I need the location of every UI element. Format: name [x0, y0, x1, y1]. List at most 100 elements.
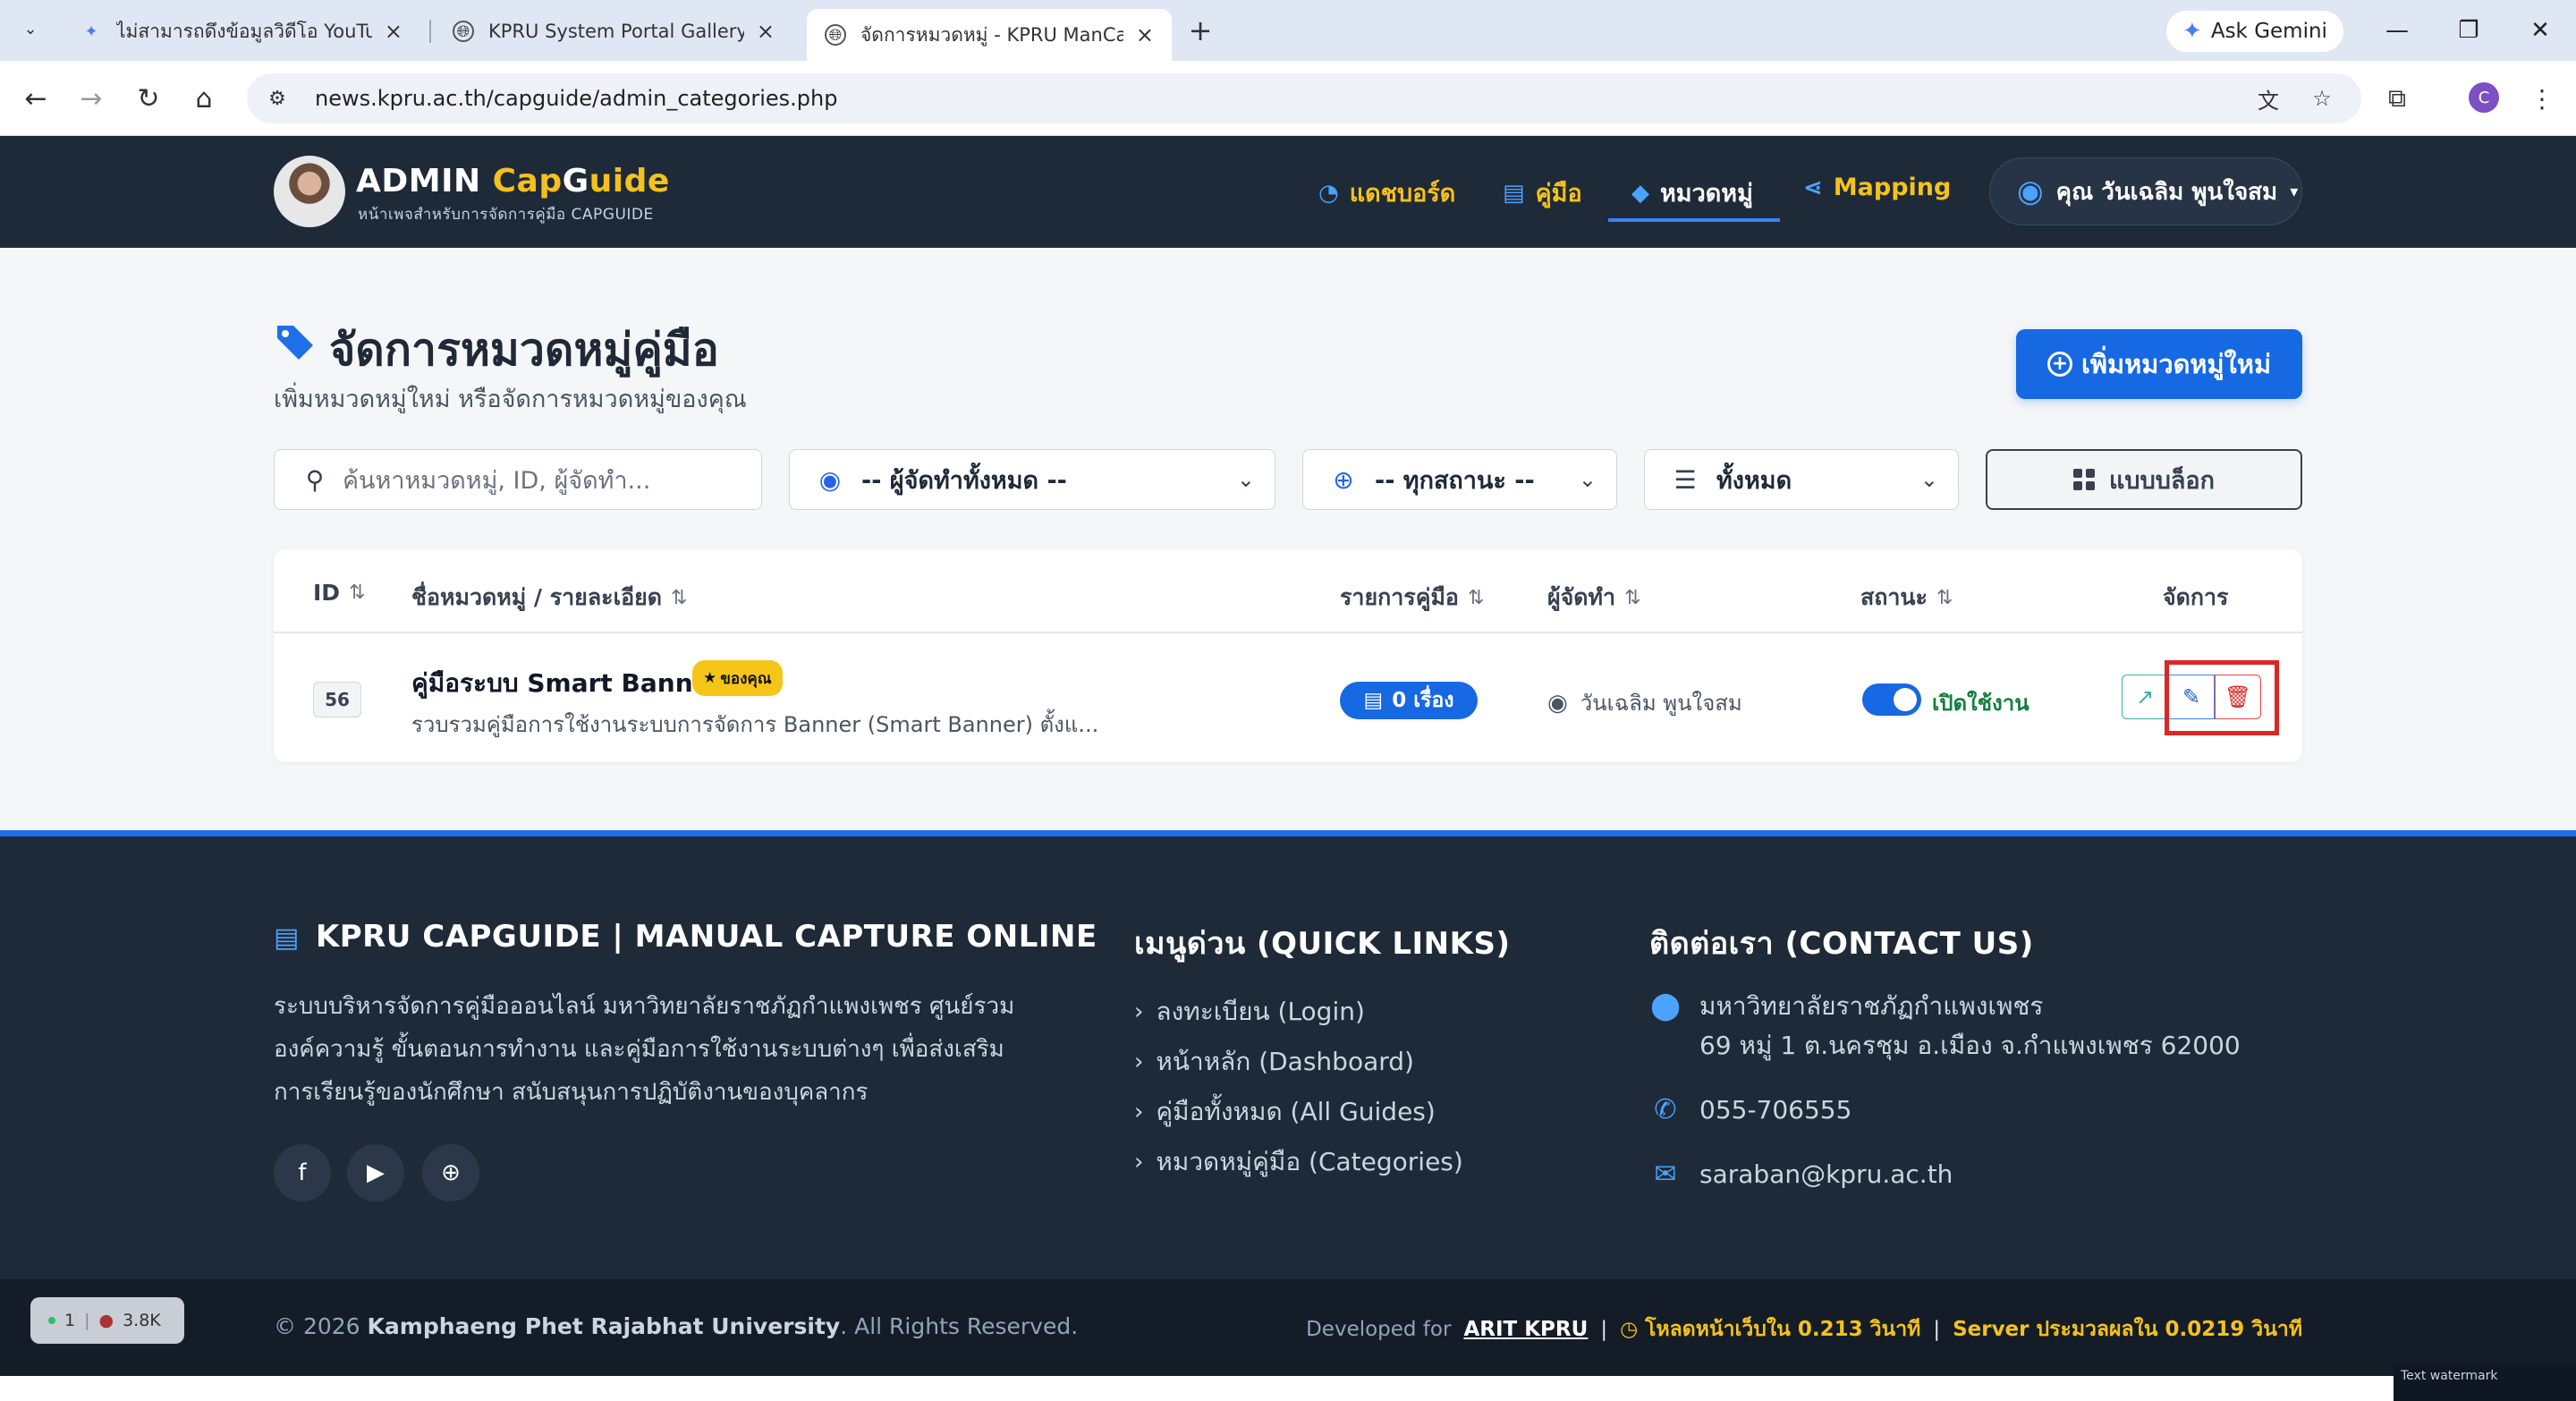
new-tab-button[interactable]: + [1182, 13, 1218, 48]
browser-tab-portal-gallery[interactable]: 🌐︎ KPRU System Portal Gallery × [435, 9, 792, 54]
quicklink-dashboard[interactable]: › หน้าหลัก (Dashboard) [1134, 1042, 1414, 1082]
load-time-stat: ◷ โหลดหน้าเว็บใน 0.213 วินาที [1620, 1313, 1920, 1346]
email-address[interactable]: saraban@kpru.ac.th [1699, 1155, 1953, 1194]
forward-icon[interactable]: → [72, 79, 111, 118]
view-mode-toggle-button[interactable]: แบบบล็อก [1986, 449, 2302, 510]
translate-icon[interactable]: 文 [2250, 81, 2286, 116]
brand-highlight-cap: Cap [492, 163, 563, 200]
bookmark-star-icon[interactable]: ☆ [2304, 81, 2340, 116]
open-category-button[interactable]: ↗ [2122, 675, 2168, 719]
browser-tabstrip: ⌄ ✦ ไม่สามารถดึงข้อมูลวิดีโอ YouTube × 🌐… [0, 0, 2576, 61]
visitor-counter-widget[interactable]: 1 | ● 3.8K [30, 1297, 184, 1344]
status-filter-select[interactable]: ⊕ -- ทุกสถานะ -- ⌄ [1302, 449, 1617, 510]
close-icon[interactable]: × [757, 19, 775, 44]
developer-line: Developed for ARIT KPRU | ◷ โหลดหน้าเว็บ… [1306, 1313, 2302, 1346]
facebook-icon[interactable]: f [274, 1144, 331, 1201]
nav-link-categories[interactable]: ◆ หมวดหมู่ [1631, 174, 1753, 212]
reload-icon[interactable]: ↻ [129, 79, 168, 118]
chevron-down-icon: ⌄ [1578, 467, 1597, 492]
phone-number[interactable]: 055-706555 [1699, 1091, 1852, 1130]
chevron-right-icon: › [1134, 1149, 1144, 1176]
tag-icon: ◆ [1631, 179, 1649, 207]
address-bar[interactable]: ⚙ news.kpru.ac.th/capguide/admin_categor… [247, 73, 2361, 123]
close-window-icon[interactable]: ✕ [2522, 13, 2558, 48]
address-lines: มหาวิทยาลัยราชภัฏกำแพงเพชร 69 หมู่ 1 ต.นค… [1699, 987, 2241, 1066]
tab-search-button[interactable]: ⌄ [14, 13, 47, 45]
brand-title[interactable]: ADMIN CapGuide [356, 163, 670, 200]
sort-icon: ⇅ [671, 586, 688, 609]
online-count: 1 [64, 1311, 76, 1330]
grid-icon [2073, 469, 2096, 490]
site-info-icon[interactable]: ⚙ [259, 81, 295, 116]
search-icon: ⚲ [305, 464, 325, 495]
profile-avatar[interactable]: C [2469, 82, 2499, 113]
nav-link-label: Mapping [1833, 174, 1952, 201]
add-category-label: เพิ่มหมวดหมู่ใหม่ [2080, 349, 2272, 379]
developed-for-label: Developed for [1306, 1318, 1452, 1341]
user-circle-icon: ◉ [818, 464, 842, 495]
column-header-name[interactable]: ชื่อหมวดหมู่ / รายละเอียด ⇅ [411, 580, 687, 616]
user-name: คุณ วันเฉลิม พูนใจสม [2055, 178, 2278, 206]
youtube-icon[interactable]: ▶ [347, 1144, 404, 1201]
copyright-pre: © 2026 [274, 1313, 368, 1339]
tab-title: KPRU System Portal Gallery [488, 21, 744, 42]
column-header-owner[interactable]: ผู้จัดทำ ⇅ [1547, 580, 1641, 616]
ask-gemini-button[interactable]: ✦ Ask Gemini [2166, 11, 2343, 52]
column-header-guides[interactable]: รายการคู่มือ ⇅ [1340, 580, 1484, 616]
external-link-icon: ↗ [2135, 684, 2155, 709]
search-input[interactable]: ⚲ ค้นหาหมวดหมู่, ID, ผู้จัดทำ... [274, 449, 762, 510]
nav-link-label: คู่มือ [1535, 180, 1582, 208]
page-subtitle: เพิ่มหมวดหมู่ใหม่ หรือจัดการหมวดหมู่ของค… [274, 386, 747, 413]
admin-avatar[interactable] [274, 156, 345, 227]
column-header-id[interactable]: ID ⇅ [313, 580, 366, 606]
guide-count-badge[interactable]: ▤ 0 เรื่อง [1340, 682, 1478, 719]
list-icon: ☰ [1674, 464, 1697, 495]
nav-link-dashboard[interactable]: ◔ แดชบอร์ด [1318, 174, 1455, 212]
close-icon[interactable]: × [385, 19, 402, 44]
tags-icon [277, 326, 313, 360]
load-time-label: โหลดหน้าเว็บใน 0.213 วินาที [1645, 1318, 1921, 1341]
quicklink-label: ลงทะเบียน (Login) [1156, 997, 1365, 1026]
browser-tab-youtube[interactable]: ✦ ไม่สามารถดึงข้อมูลวิดีโอ YouTube × [63, 9, 420, 54]
arit-kpru-link[interactable]: ARIT KPRU [1463, 1318, 1588, 1341]
website-globe-icon[interactable]: ⊕ [422, 1144, 479, 1201]
minimize-icon[interactable]: — [2379, 13, 2415, 48]
add-category-button[interactable]: + เพิ่มหมวดหมู่ใหม่ [2016, 329, 2302, 399]
back-icon[interactable]: ← [16, 79, 55, 118]
sort-icon: ⇅ [1936, 586, 1953, 609]
brand-mid: G [562, 163, 589, 200]
chevron-right-icon: › [1134, 1099, 1144, 1125]
status-toggle[interactable] [1862, 684, 1921, 716]
site-footer: ▤ KPRU CAPGUIDE | MANUAL CAPTURE ONLINE ร… [0, 830, 2576, 1279]
close-icon[interactable]: × [1136, 22, 1154, 47]
count-filter-select[interactable]: ☰ ทั้งหมด ⌄ [1644, 449, 1959, 510]
url-text[interactable]: news.kpru.ac.th/capguide/admin_categorie… [315, 86, 837, 111]
row-id-badge: 56 [313, 682, 361, 717]
site-navbar: ADMIN CapGuide หน้าเพจสำหรับการจัดการคู่… [0, 136, 2576, 248]
home-icon[interactable]: ⌂ [184, 79, 224, 118]
star-icon: ★ [703, 669, 717, 687]
browser-tab-active[interactable]: 🌐︎ จัดการหมวดหมู่ - KPRU ManCap × [807, 9, 1172, 61]
separator: | [1600, 1318, 1608, 1341]
user-menu-dropdown[interactable]: ◉ คุณ วันเฉลิม พูนใจสม ▾ [1989, 157, 2302, 225]
copyright-text: © 2026 Kamphaeng Phet Rajabhat Universit… [274, 1313, 1078, 1339]
quicklink-categories[interactable]: › หมวดหมู่คู่มือ (Categories) [1134, 1142, 1463, 1182]
nav-link-label: แดชบอร์ด [1349, 180, 1456, 208]
status-label: เปิดใช้งาน [1932, 691, 2029, 716]
column-header-status[interactable]: สถานะ ⇅ [1860, 580, 1953, 616]
eye-icon: ● [98, 1311, 114, 1330]
nav-link-mapping[interactable]: ⋖ Mapping [1803, 174, 1951, 201]
restore-icon[interactable]: ❐ [2451, 13, 2487, 48]
quicklink-all-guides[interactable]: › คู่มือทั้งหมด (All Guides) [1134, 1092, 1436, 1132]
column-header-label: รายการคู่มือ [1340, 584, 1459, 610]
server-time-stat: Server ประมวลผลใน 0.0219 วินาที [1953, 1318, 2302, 1341]
brand-subtitle: หน้าเพจสำหรับการจัดการคู่มือ CAPGUIDE [358, 206, 654, 224]
footer-about-heading: ▤ KPRU CAPGUIDE | MANUAL CAPTURE ONLINE [274, 919, 1097, 955]
quicklink-login[interactable]: › ลงทะเบียน (Login) [1134, 992, 1365, 1032]
nav-link-guides[interactable]: ▤ คู่มือ [1503, 174, 1582, 212]
extensions-icon[interactable]: ⧉ [2379, 81, 2415, 116]
owner-name: วันเฉลิม พูนใจสม [1580, 691, 1742, 716]
sort-icon: ⇅ [1467, 586, 1485, 609]
browser-menu-icon[interactable]: ⋮ [2524, 81, 2560, 116]
owner-filter-select[interactable]: ◉ -- ผู้จัดทำทั้งหมด -- ⌄ [789, 449, 1275, 510]
